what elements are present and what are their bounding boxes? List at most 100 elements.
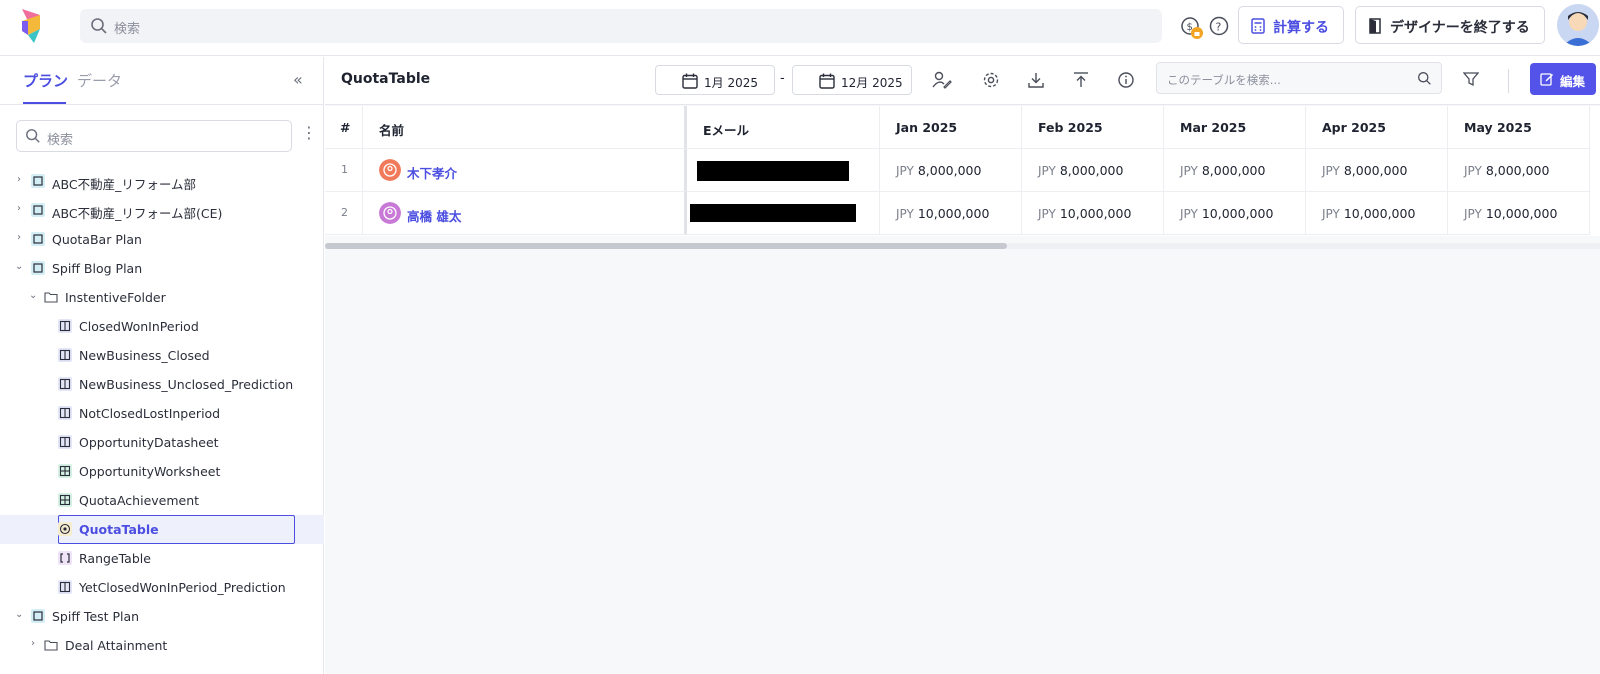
tree-item[interactable]: YetClosedWonInPeriod_Prediction	[0, 573, 324, 602]
tree-item-label: NewBusiness_Closed	[79, 348, 210, 363]
value-cell[interactable]: JPY 8,000,000	[1448, 149, 1590, 192]
tree-item-label: ClosedWonInPeriod	[79, 319, 199, 334]
edit-user-icon[interactable]	[932, 71, 952, 89]
toolbar-divider	[1508, 69, 1509, 93]
table-search-input[interactable]: このテーブルを検索...	[1156, 62, 1442, 94]
column-header[interactable]: Apr 2025	[1306, 106, 1448, 149]
tree-item[interactable]: ClosedWonInPeriod	[0, 312, 324, 341]
table-row-number: 2	[325, 192, 363, 235]
column-header[interactable]: Jan 2025	[880, 106, 1022, 149]
value-cell[interactable]: JPY 8,000,000	[880, 149, 1022, 192]
pencil-icon	[1540, 73, 1553, 86]
billing-lock-icon[interactable]: $	[1180, 16, 1204, 40]
user-avatar[interactable]	[1557, 4, 1599, 46]
tree-item[interactable]: ⌄ Spiff Test Plan	[0, 602, 324, 631]
tree-item-label: Deal Attainment	[65, 638, 168, 653]
tab-plan[interactable]: プラン	[23, 70, 68, 91]
tree-item[interactable]: RangeTable	[0, 544, 324, 573]
calculate-button[interactable]: 計算する	[1238, 6, 1344, 44]
help-icon[interactable]: ?	[1209, 16, 1229, 36]
horizontal-scrollbar[interactable]	[325, 243, 1600, 249]
date-range-separator: -	[780, 71, 785, 86]
tree-item[interactable]: NotClosedLostInperiod	[0, 399, 324, 428]
tree-item[interactable]: › ABC不動産_リフォーム部	[0, 167, 324, 196]
column-header[interactable]: Eメール	[687, 106, 880, 149]
tree-item-label: RangeTable	[79, 551, 151, 566]
chevron-right-icon[interactable]: ›	[31, 638, 35, 649]
tree-item[interactable]: ⌄ InstentiveFolder	[0, 283, 324, 312]
column-header[interactable]: 名前	[363, 106, 687, 149]
tree-item[interactable]: OpportunityWorksheet	[0, 457, 324, 486]
column-header[interactable]: Mar 2025	[1164, 106, 1306, 149]
tree-item[interactable]: › ABC不動産_リフォーム部(CE)	[0, 196, 324, 225]
email-cell[interactable]	[687, 149, 880, 192]
calendar-icon	[682, 73, 698, 89]
app-logo[interactable]	[18, 7, 46, 47]
filter-icon[interactable]	[1463, 71, 1479, 87]
value-cell[interactable]: JPY 10,000,000	[880, 192, 1022, 235]
column-header[interactable]: Feb 2025	[1022, 106, 1164, 149]
chevron-down-icon[interactable]: ⌄	[15, 609, 23, 620]
book-icon	[31, 609, 45, 623]
tree-item-label: Spiff Test Plan	[52, 609, 140, 624]
value-cell[interactable]: JPY 8,000,000	[1164, 149, 1306, 192]
book-icon	[31, 261, 45, 275]
chevron-right-icon[interactable]: ›	[17, 174, 21, 185]
tree-item-label: ABC不動産_リフォーム部	[52, 177, 197, 192]
value-cell[interactable]: JPY 8,000,000	[1306, 149, 1448, 192]
folder-icon	[44, 640, 58, 651]
edit-button[interactable]: 編集	[1530, 63, 1596, 95]
chevron-right-icon[interactable]: ›	[17, 232, 21, 243]
table-row-number: 1	[325, 149, 363, 192]
folder-icon	[44, 292, 58, 303]
person-name[interactable]: 高橋 雄太	[407, 206, 461, 225]
tree-item-label: OpportunityWorksheet	[79, 464, 221, 479]
email-cell[interactable]	[687, 192, 880, 235]
global-search-input[interactable]: 検索	[80, 9, 1162, 43]
person-name[interactable]: 木下孝介	[407, 163, 457, 182]
tree-item[interactable]: OpportunityDatasheet	[0, 428, 324, 457]
page-title: QuotaTable	[341, 71, 431, 87]
column-header[interactable]: #	[325, 106, 363, 149]
name-cell[interactable]: 木下孝介	[363, 149, 687, 192]
sidebar-search-input[interactable]: 検索	[16, 120, 292, 152]
top-bar: 検索 $ ? 計算する デザイナーを終了する	[0, 0, 1600, 56]
chevron-down-icon[interactable]: ⌄	[15, 261, 23, 272]
info-icon[interactable]	[1117, 71, 1135, 89]
tree-item[interactable]: QuotaAchievement	[0, 486, 324, 515]
book-icon	[31, 174, 45, 188]
more-options-icon[interactable]: ⋮	[301, 125, 317, 141]
tree-item[interactable]: NewBusiness_Closed	[0, 341, 324, 370]
exit-designer-button[interactable]: デザイナーを終了する	[1355, 6, 1545, 44]
tree-item-selected[interactable]: QuotaTable	[0, 515, 324, 544]
tree-item-label: OpportunityDatasheet	[79, 435, 219, 450]
search-icon	[91, 18, 107, 34]
value-cell[interactable]: JPY 8,000,000	[1022, 149, 1164, 192]
column-header[interactable]: May 2025	[1448, 106, 1590, 149]
chevron-right-icon[interactable]: ›	[17, 203, 21, 214]
date-to-picker[interactable]: 12月 2025	[792, 65, 912, 95]
sidebar: プラン データ « 検索 ⋮ › ABC不動産_リフォーム部 › ABC不動産_…	[0, 57, 324, 674]
tree-item-label: QuotaTable	[79, 522, 159, 537]
gear-icon[interactable]	[982, 71, 1000, 89]
tree-item[interactable]: › Deal Attainment	[0, 631, 324, 660]
exit-designer-label: デザイナーを終了する	[1390, 20, 1530, 36]
scrollbar-thumb[interactable]	[325, 243, 1007, 249]
tree-item[interactable]: NewBusiness_Unclosed_Prediction	[0, 370, 324, 399]
value-cell[interactable]: JPY 10,000,000	[1448, 192, 1590, 235]
value-cell[interactable]: JPY 10,000,000	[1022, 192, 1164, 235]
name-cell[interactable]: 高橋 雄太	[363, 192, 687, 235]
quota-table: # 名前 Eメール Jan 2025 Feb 2025 Mar 2025 Apr…	[325, 106, 1600, 236]
tree-item[interactable]: ⌄ Spiff Blog Plan	[0, 254, 324, 283]
chevron-down-icon[interactable]: ⌄	[29, 290, 37, 301]
upload-icon[interactable]	[1072, 71, 1090, 89]
tree-item[interactable]: › QuotaBar Plan	[0, 225, 324, 254]
collapse-sidebar-icon[interactable]: «	[293, 70, 303, 89]
value-cell[interactable]: JPY 10,000,000	[1164, 192, 1306, 235]
tab-data[interactable]: データ	[77, 70, 122, 91]
value-cell[interactable]: JPY 10,000,000	[1306, 192, 1448, 235]
search-icon	[26, 129, 40, 143]
date-from-picker[interactable]: 1月 2025	[655, 65, 775, 95]
download-icon[interactable]	[1027, 71, 1045, 89]
datasheet-icon	[58, 406, 72, 420]
